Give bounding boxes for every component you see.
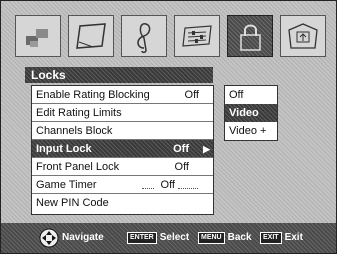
navigate-hint: Navigate [62,232,104,243]
locks-menu-list: Enable Rating Blocking Off Edit Rating L… [31,85,214,215]
menu-item-value: Off [160,179,175,191]
menu-item-channels-block[interactable]: Channels Block [32,122,213,140]
menu-key-badge: MENU [198,232,225,244]
screen-icon [76,23,106,49]
option-off[interactable]: Off [225,86,277,104]
menu-item-front-panel-lock[interactable]: Front Panel Lock Off [32,158,213,176]
padlock-icon [240,24,261,51]
select-label: Select [159,232,190,243]
option-video-plus[interactable]: Video + [225,122,277,140]
menu-item-edit-rating-limits[interactable]: Edit Rating Limits [32,104,213,122]
menu-item-label: Enable Rating Blocking [36,89,150,101]
enter-key-badge: ENTER [127,232,157,244]
dpad-icon [39,228,59,248]
exit-label: Exit [284,232,303,243]
menu-item-label: Channels Block [36,125,113,137]
arrow-right-icon: ▶ [203,144,210,154]
music-note-icon [137,23,151,54]
menu-title: Locks [25,67,213,83]
menu-item-game-timer[interactable]: Game Timer Off [32,176,213,194]
menu-item-label: Front Panel Lock [36,161,120,173]
menu-item-label: Edit Rating Limits [36,107,122,119]
menu-item-input-lock[interactable]: Input Lock Off ▶ [32,140,213,158]
sliders-icon [182,25,212,47]
picture-tab[interactable] [15,15,61,57]
application-icon [288,23,318,49]
menu-item-value: Off [173,143,189,155]
menu-item-value: Off [184,89,199,101]
input-lock-options: Off Video Video + [224,85,278,141]
tv-osd-screen: Locks Enable Rating Blocking Off Edit Ra… [0,0,337,254]
menu-item-label: Input Lock [36,143,92,155]
select-hint: ENTER Select [127,232,189,244]
menu-item-label: Game Timer [36,179,97,191]
locks-tab[interactable] [227,15,273,57]
dotted-leader [178,188,198,190]
back-hint: MENU Back [198,232,252,244]
exit-key-badge: EXIT [260,232,282,244]
menu-item-new-pin-code[interactable]: New PIN Code [32,194,213,212]
menu-icon-bar [15,15,326,60]
menu-item-label: New PIN Code [36,197,109,209]
menu-item-enable-rating-blocking[interactable]: Enable Rating Blocking Off [32,86,213,104]
back-label: Back [227,232,252,243]
application-tab[interactable] [280,15,326,57]
exit-hint: EXIT Exit [260,232,303,244]
option-video[interactable]: Video [225,104,277,122]
navigation-help-bar: Navigate ENTER Select MENU Back EXIT Exit [1,223,336,253]
dotted-leader [142,188,154,190]
setup-tab[interactable] [174,15,220,57]
screen-tab[interactable] [68,15,114,57]
picture-icon [26,29,48,47]
audio-tab[interactable] [121,15,167,57]
menu-item-value: Off [174,161,189,173]
